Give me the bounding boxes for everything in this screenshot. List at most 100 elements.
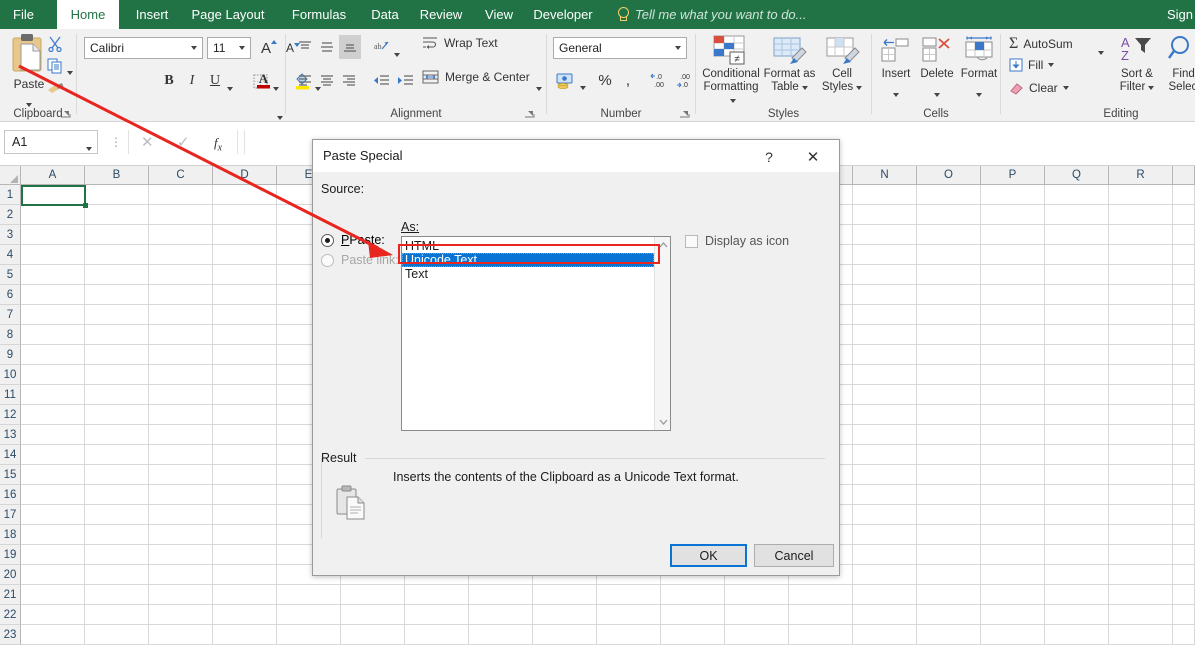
paste-radio-button[interactable] (321, 234, 334, 247)
increase-font-size-button[interactable]: A (255, 37, 277, 59)
grid-cell[interactable] (917, 405, 981, 425)
grid-cell[interactable] (149, 385, 213, 405)
font-size-caret-icon[interactable] (234, 38, 250, 58)
grid-cell[interactable] (981, 265, 1045, 285)
grid-cell[interactable] (213, 185, 277, 205)
grid-cell[interactable] (917, 545, 981, 565)
grid-cell[interactable] (1109, 605, 1173, 625)
insert-function-icon[interactable]: fx (214, 135, 222, 154)
grid-cell[interactable] (981, 405, 1045, 425)
grid-cell[interactable] (149, 505, 213, 525)
grid-cell[interactable] (149, 325, 213, 345)
grid-cell[interactable] (341, 585, 405, 605)
grid-cell[interactable] (725, 585, 789, 605)
grid-cell[interactable] (85, 245, 149, 265)
grid-cell[interactable] (21, 505, 85, 525)
format-as-table-button[interactable]: Format as Table (762, 34, 817, 104)
grid-cell[interactable] (853, 485, 917, 505)
grid-cell[interactable] (853, 265, 917, 285)
grid-cell[interactable] (85, 465, 149, 485)
grid-cell[interactable] (1173, 365, 1195, 385)
grid-cell[interactable] (981, 545, 1045, 565)
increase-indent-button[interactable] (394, 71, 416, 91)
row-header-1[interactable]: 1 (0, 185, 21, 205)
grid-cell[interactable] (917, 225, 981, 245)
merge-center-caret-icon[interactable] (536, 78, 542, 96)
grid-cell[interactable] (1173, 265, 1195, 285)
grid-cell[interactable] (85, 285, 149, 305)
grid-cell[interactable] (1109, 565, 1173, 585)
grid-cell[interactable] (213, 465, 277, 485)
grid-cell[interactable] (149, 405, 213, 425)
cancel-button[interactable]: Cancel (754, 544, 834, 567)
grid-cell[interactable] (853, 465, 917, 485)
grid-cell[interactable] (21, 425, 85, 445)
sort-filter-button[interactable]: A Z Sort & Filter (1111, 34, 1163, 104)
grid-cell[interactable] (853, 185, 917, 205)
grid-cell[interactable] (1109, 465, 1173, 485)
grid-cell[interactable] (21, 225, 85, 245)
clipboard-dialog-launcher[interactable] (60, 108, 71, 119)
grid-cell[interactable] (1173, 185, 1195, 205)
grid-cell[interactable] (1109, 365, 1173, 385)
grid-cell[interactable] (213, 245, 277, 265)
grid-cell[interactable] (981, 625, 1045, 645)
grid-cell[interactable] (21, 265, 85, 285)
cell-styles-caret-icon[interactable] (856, 86, 862, 90)
grid-cell[interactable] (1109, 245, 1173, 265)
grid-cell[interactable] (21, 245, 85, 265)
grid-cell[interactable] (213, 345, 277, 365)
row-header-3[interactable]: 3 (0, 225, 21, 245)
grid-cell[interactable] (341, 605, 405, 625)
grid-cell[interactable] (21, 205, 85, 225)
ribbon-tab-insert[interactable]: Insert (128, 0, 176, 29)
column-header-a[interactable]: A (21, 166, 85, 185)
grid-cell[interactable] (85, 625, 149, 645)
format-painter-button[interactable] (44, 78, 66, 98)
clear-button[interactable]: Clear (1009, 81, 1069, 95)
help-icon[interactable]: ? (755, 145, 783, 169)
grid-cell[interactable] (1045, 445, 1109, 465)
fill-caret-icon[interactable] (1048, 63, 1054, 67)
listbox-scrollbar[interactable] (654, 237, 670, 430)
grid-cell[interactable] (853, 585, 917, 605)
align-left-button[interactable] (295, 71, 315, 91)
percent-style-button[interactable]: % (595, 69, 615, 91)
grid-cell[interactable] (1045, 365, 1109, 385)
row-header-15[interactable]: 15 (0, 465, 21, 485)
grid-cell[interactable] (1045, 485, 1109, 505)
grid-cell[interactable] (85, 605, 149, 625)
comma-style-button[interactable]: , (619, 69, 637, 91)
grid-cell[interactable] (1109, 225, 1173, 245)
grid-cell[interactable] (85, 585, 149, 605)
grid-cell[interactable] (917, 185, 981, 205)
grid-cell[interactable] (1045, 465, 1109, 485)
format-list-item[interactable]: HTML (402, 239, 654, 253)
accounting-format-button[interactable] (553, 69, 577, 91)
grid-cell[interactable] (405, 585, 469, 605)
grid-cell[interactable] (149, 485, 213, 505)
format-cells-caret-icon[interactable] (976, 93, 982, 97)
fill-handle[interactable] (83, 203, 88, 208)
grid-cell[interactable] (917, 445, 981, 465)
grid-cell[interactable] (981, 585, 1045, 605)
orientation-caret-icon[interactable] (394, 44, 400, 62)
grid-cell[interactable] (21, 405, 85, 425)
ribbon-tab-file[interactable]: File (0, 0, 47, 29)
grid-cell[interactable] (1173, 565, 1195, 585)
grid-cell[interactable] (149, 425, 213, 445)
grid-cell[interactable] (21, 565, 85, 585)
grid-cell[interactable] (149, 625, 213, 645)
grid-cell[interactable] (85, 485, 149, 505)
grid-cell[interactable] (21, 465, 85, 485)
ribbon-tab-view[interactable]: View (478, 0, 520, 29)
grid-cell[interactable] (1173, 625, 1195, 645)
grid-cell[interactable] (661, 585, 725, 605)
delete-cells-button[interactable]: Delete (916, 34, 958, 104)
grid-cell[interactable] (1045, 185, 1109, 205)
grid-cell[interactable] (533, 605, 597, 625)
clear-caret-icon[interactable] (1063, 86, 1069, 90)
grid-cell[interactable] (1173, 225, 1195, 245)
ok-button[interactable]: OK (670, 544, 747, 567)
grid-cell[interactable] (213, 205, 277, 225)
